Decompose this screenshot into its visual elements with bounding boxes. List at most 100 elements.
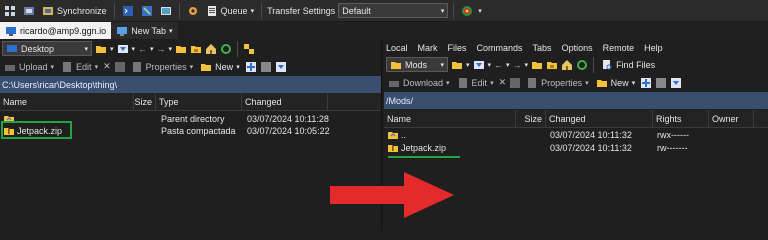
new-button[interactable]: New ▾ <box>198 58 242 76</box>
local-path-bar[interactable]: C:\Users\ricar\Desktop\thing\ <box>0 76 381 93</box>
tab-label: New Tab <box>131 25 167 36</box>
edit-icon <box>61 61 73 73</box>
refresh-icon[interactable] <box>220 43 232 55</box>
column-changed[interactable]: Changed <box>546 110 653 128</box>
parent-folder-icon[interactable] <box>531 59 543 71</box>
properties-button[interactable]: Properties ▾ <box>129 58 196 76</box>
delete-icon[interactable]: ✕ <box>499 77 507 88</box>
menu-local[interactable]: Local <box>386 43 408 53</box>
column-changed-label: Changed <box>549 114 586 124</box>
column-rights[interactable]: Rights <box>653 110 709 128</box>
root-folder-icon[interactable] <box>190 43 202 55</box>
column-name-label: Name <box>3 97 28 107</box>
grid-icon[interactable] <box>2 2 18 20</box>
rename-icon[interactable] <box>114 61 126 73</box>
download-button[interactable]: Download ▾ <box>386 74 452 92</box>
terminal-icon[interactable] <box>120 2 136 20</box>
column-type[interactable]: Type <box>156 93 242 111</box>
tab-session[interactable]: ricardo@amp9.ggn.io <box>0 22 112 39</box>
menu-options[interactable]: Options <box>562 43 593 53</box>
open-folder-icon[interactable] <box>95 43 107 55</box>
column-name[interactable]: Name <box>384 110 516 128</box>
tab-label: ricardo@amp9.ggn.io <box>20 25 107 36</box>
edit-button[interactable]: Edit ▾ <box>455 74 496 92</box>
edit-icon <box>457 77 469 89</box>
menu-files[interactable]: Files <box>448 43 467 53</box>
forward-arrow-icon[interactable]: → <box>513 60 522 70</box>
back-arrow-icon[interactable]: ← <box>494 60 503 70</box>
deselect-icon[interactable] <box>260 61 272 73</box>
local-pane: Desktop ▾ ▾ ▾ ← ▾ → ▾ Upload ▾ Edit ▾ ✕ <box>0 39 382 231</box>
new-button[interactable]: New ▾ <box>594 74 638 92</box>
highlight-box <box>1 121 72 139</box>
rename-icon[interactable] <box>509 77 521 89</box>
image-icon[interactable] <box>158 2 174 20</box>
home-icon[interactable] <box>205 43 217 55</box>
filter-icon[interactable] <box>117 43 129 55</box>
filter-select-icon[interactable] <box>670 77 682 89</box>
chevron-down-icon[interactable]: ▾ <box>150 45 154 53</box>
chevron-down-icon[interactable]: ▾ <box>506 61 510 69</box>
chevron-down-icon: ▾ <box>631 79 636 87</box>
compare-icon[interactable] <box>21 2 37 20</box>
remote-path-bar[interactable]: /Mods/ <box>384 92 768 109</box>
menu-tabs[interactable]: Tabs <box>533 43 552 53</box>
properties-button[interactable]: Properties ▾ <box>524 74 591 92</box>
transfer-icon[interactable] <box>139 2 155 20</box>
local-location-select[interactable]: Desktop ▾ <box>2 41 92 56</box>
menu-remote[interactable]: Remote <box>603 43 635 53</box>
column-owner[interactable]: Owner <box>709 110 754 128</box>
deselect-icon[interactable] <box>655 77 667 89</box>
chevron-down-icon[interactable]: ▾ <box>110 45 114 53</box>
refresh-icon[interactable] <box>576 59 588 71</box>
column-size-label: Size <box>134 97 152 107</box>
new-label: New <box>610 77 629 88</box>
download-icon <box>388 77 400 89</box>
chevron-down-icon: ▾ <box>478 7 482 15</box>
table-row[interactable]: Jetpack.zip 03/07/2024 10:11:32 rw------… <box>384 141 768 154</box>
column-name[interactable]: Name <box>0 93 134 111</box>
bookmark-icon[interactable] <box>243 43 255 55</box>
table-row[interactable]: .. 03/07/2024 10:11:32 rwx------ <box>384 128 768 141</box>
chevron-down-icon[interactable]: ▾ <box>132 45 136 53</box>
monitor-icon <box>5 25 17 37</box>
chevron-down-icon[interactable]: ▾ <box>169 27 173 35</box>
globe-icon[interactable]: ▾ <box>459 2 484 20</box>
filter-icon[interactable] <box>473 59 485 71</box>
session-tabs: ricardo@amp9.ggn.io New Tab ▾ <box>0 22 768 39</box>
chevron-down-icon[interactable]: ▾ <box>169 45 173 53</box>
root-folder-icon[interactable] <box>546 59 558 71</box>
upload-button[interactable]: Upload ▾ <box>2 58 56 76</box>
parent-folder-icon <box>388 131 398 139</box>
forward-arrow-icon[interactable]: → <box>157 44 166 54</box>
column-changed[interactable]: Changed <box>242 93 328 111</box>
synchronize-button[interactable]: Synchronize <box>40 2 109 20</box>
chevron-down-icon[interactable]: ▾ <box>251 7 255 15</box>
menu-help[interactable]: Help <box>644 43 663 53</box>
chevron-down-icon[interactable]: ▾ <box>466 61 470 69</box>
select-all-icon[interactable] <box>640 77 652 89</box>
back-arrow-icon[interactable]: ← <box>138 44 147 54</box>
select-all-icon[interactable] <box>245 61 257 73</box>
chevron-down-icon[interactable]: ▾ <box>488 61 492 69</box>
find-files-button[interactable]: Find Files <box>599 56 657 74</box>
menu-mark[interactable]: Mark <box>418 43 438 53</box>
parent-folder-icon[interactable] <box>175 43 187 55</box>
edit-button[interactable]: Edit ▾ <box>59 58 100 76</box>
file-changed: 03/07/2024 10:11:32 <box>550 129 632 140</box>
menu-commands[interactable]: Commands <box>477 43 523 53</box>
queue-button[interactable]: Queue ▾ <box>204 2 257 20</box>
column-size-label: Size <box>524 114 542 124</box>
local-location-value: Desktop <box>21 43 55 54</box>
remote-location-select[interactable]: Mods ▾ <box>386 57 448 72</box>
chevron-down-icon[interactable]: ▾ <box>525 61 529 69</box>
open-folder-icon[interactable] <box>451 59 463 71</box>
tab-new-tab[interactable]: New Tab ▾ <box>111 22 178 39</box>
column-size[interactable]: Size <box>516 110 546 128</box>
filter-select-icon[interactable] <box>275 61 287 73</box>
delete-icon[interactable]: ✕ <box>103 61 111 72</box>
home-icon[interactable] <box>561 59 573 71</box>
transfer-settings-select[interactable]: Default ▾ <box>338 3 449 18</box>
column-size[interactable]: Size <box>134 93 156 111</box>
gear-icon[interactable] <box>185 2 201 20</box>
